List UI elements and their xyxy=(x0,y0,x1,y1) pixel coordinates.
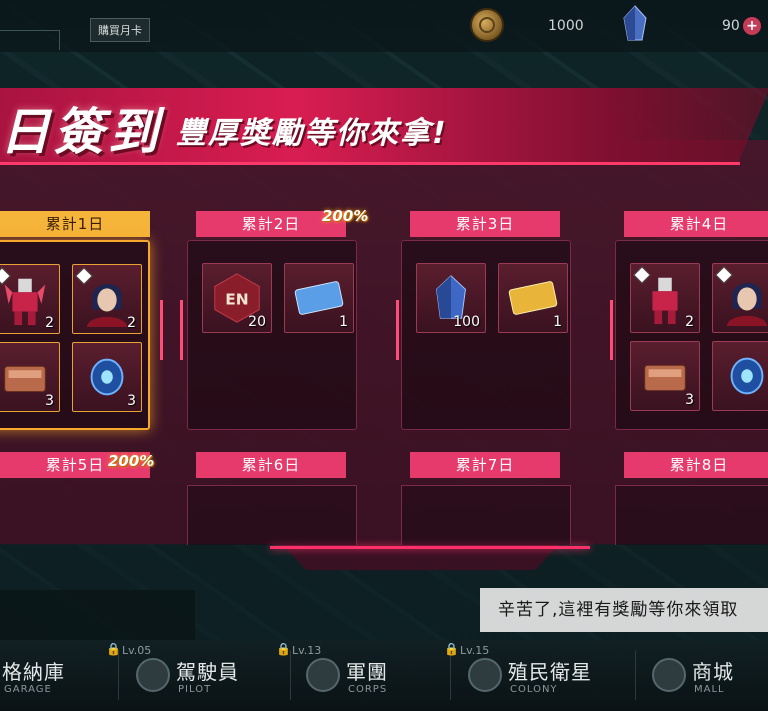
nav-pilot[interactable]: 🔒 Lv.05 駕駛員 PILOT xyxy=(106,640,286,711)
nav-corps-level: Lv.13 xyxy=(292,644,322,657)
shopping-cart-icon xyxy=(652,658,686,692)
day-5-bonus-badge: 200% xyxy=(108,452,155,470)
item-quantity: 3 xyxy=(45,393,54,409)
crystal-icon xyxy=(623,5,647,41)
day-6-label: 累計6日 xyxy=(196,452,346,478)
nav-divider xyxy=(635,650,636,700)
card-side-marker xyxy=(396,300,399,360)
nav-garage-label: 格納庫 xyxy=(2,660,65,684)
day-2-item-2[interactable]: 1 xyxy=(284,263,354,333)
nav-pilot-level: Lv.05 xyxy=(122,644,152,657)
top-left-frame xyxy=(0,30,60,50)
day-4-label: 累計4日 xyxy=(624,211,768,237)
nav-mall-label: 商城 xyxy=(692,660,734,684)
day-3-card[interactable]: 100 1 xyxy=(401,240,571,430)
npc-message-bubble: 辛苦了,這裡有獎勵等你來領取 xyxy=(480,588,768,632)
day-3-label: 累計3日 xyxy=(410,211,560,237)
day-4-item-1[interactable]: 2 xyxy=(630,263,700,333)
card-side-marker xyxy=(180,300,183,360)
day-3-item-1[interactable]: 100 xyxy=(416,263,486,333)
banner-subtitle: 豐厚獎勵等你來拿! xyxy=(176,116,448,151)
day-8-card[interactable] xyxy=(615,485,768,545)
day-1-item-1[interactable]: 2 xyxy=(0,264,60,334)
card-side-marker xyxy=(160,300,163,360)
day-7-label: 累計7日 xyxy=(410,452,560,478)
nav-colony-label: 殖民衛星 xyxy=(508,660,592,684)
item-quantity: 2 xyxy=(685,314,694,330)
day-2-card[interactable]: EN 20 1 xyxy=(187,240,357,430)
coin-value: 1000 xyxy=(548,18,584,34)
nav-mall-sublabel: MALL xyxy=(694,684,725,695)
card-side-marker xyxy=(610,300,613,360)
day-1-item-3[interactable]: 3 xyxy=(0,342,60,412)
day-4-item-3[interactable]: 3 xyxy=(630,341,700,411)
day-4-card[interactable]: 2 2 3 3 xyxy=(615,240,768,430)
item-quantity: 100 xyxy=(453,314,480,330)
item-quantity: 2 xyxy=(127,315,136,331)
nav-colony-level: Lv.15 xyxy=(460,644,490,657)
coin-icon xyxy=(470,8,504,42)
day-1-card[interactable]: 2 2 3 3 xyxy=(0,240,150,430)
nav-colony[interactable]: 🔒 Lv.15 殖民衛星 COLONY xyxy=(444,640,628,711)
day-8-label: 累計8日 xyxy=(624,452,768,478)
day-4-item-4[interactable]: 3 xyxy=(712,341,768,411)
day-3-item-2[interactable]: 1 xyxy=(498,263,568,333)
pilot-helmet-icon xyxy=(136,658,170,692)
nav-corps-sublabel: CORPS xyxy=(348,684,388,695)
top-bar: 購買月卡 1000 90 + xyxy=(0,0,768,52)
day-1-label: 累計1日 xyxy=(0,211,150,237)
buy-monthly-card-button[interactable]: 購買月卡 xyxy=(90,18,150,42)
nav-corps-label: 軍團 xyxy=(346,660,388,684)
banner-title: 日簽到 xyxy=(0,103,162,161)
item-quantity: 3 xyxy=(685,392,694,408)
nav-divider xyxy=(450,650,451,700)
nav-pilot-label: 駕駛員 xyxy=(176,660,239,684)
item-quantity: 3 xyxy=(127,393,136,409)
day-2-bonus-badge: 200% xyxy=(322,207,369,225)
nav-divider xyxy=(118,650,119,700)
bottom-nav: 格納庫 GARAGE 🔒 Lv.05 駕駛員 PILOT 🔒 Lv.13 軍團 … xyxy=(0,640,768,711)
nav-corps[interactable]: 🔒 Lv.13 軍團 CORPS xyxy=(276,640,446,711)
day-4-item-2[interactable]: 2 xyxy=(712,263,768,333)
item-quantity: 1 xyxy=(553,314,562,330)
day-1-item-2[interactable]: 2 xyxy=(72,264,142,334)
nav-pilot-sublabel: PILOT xyxy=(178,684,212,695)
nav-colony-sublabel: COLONY xyxy=(510,684,558,695)
add-crystal-button[interactable]: + xyxy=(743,17,761,35)
colony-satellite-icon xyxy=(468,658,502,692)
item-quantity: 20 xyxy=(248,314,266,330)
item-quantity: 2 xyxy=(45,315,54,331)
left-info-strip xyxy=(0,590,195,640)
nav-garage[interactable]: 格納庫 GARAGE xyxy=(0,640,102,711)
officer-cap-icon xyxy=(306,658,340,692)
energy-capsule-icon xyxy=(730,357,764,395)
nav-garage-sublabel: GARAGE xyxy=(4,684,52,695)
svg-text:EN: EN xyxy=(225,291,248,309)
lock-icon: 🔒 xyxy=(276,642,291,656)
day-7-card[interactable] xyxy=(401,485,571,545)
nav-divider xyxy=(290,650,291,700)
crystal-value: 90 xyxy=(722,18,740,34)
day-1-item-4[interactable]: 3 xyxy=(72,342,142,412)
item-quantity: 1 xyxy=(339,314,348,330)
panel-bottom-glow xyxy=(270,546,590,549)
lock-icon: 🔒 xyxy=(444,642,459,656)
day-6-card[interactable] xyxy=(187,485,357,545)
nav-mall[interactable]: 商城 MALL xyxy=(652,640,768,711)
lock-icon: 🔒 xyxy=(106,642,121,656)
day-2-item-1[interactable]: EN 20 xyxy=(202,263,272,333)
